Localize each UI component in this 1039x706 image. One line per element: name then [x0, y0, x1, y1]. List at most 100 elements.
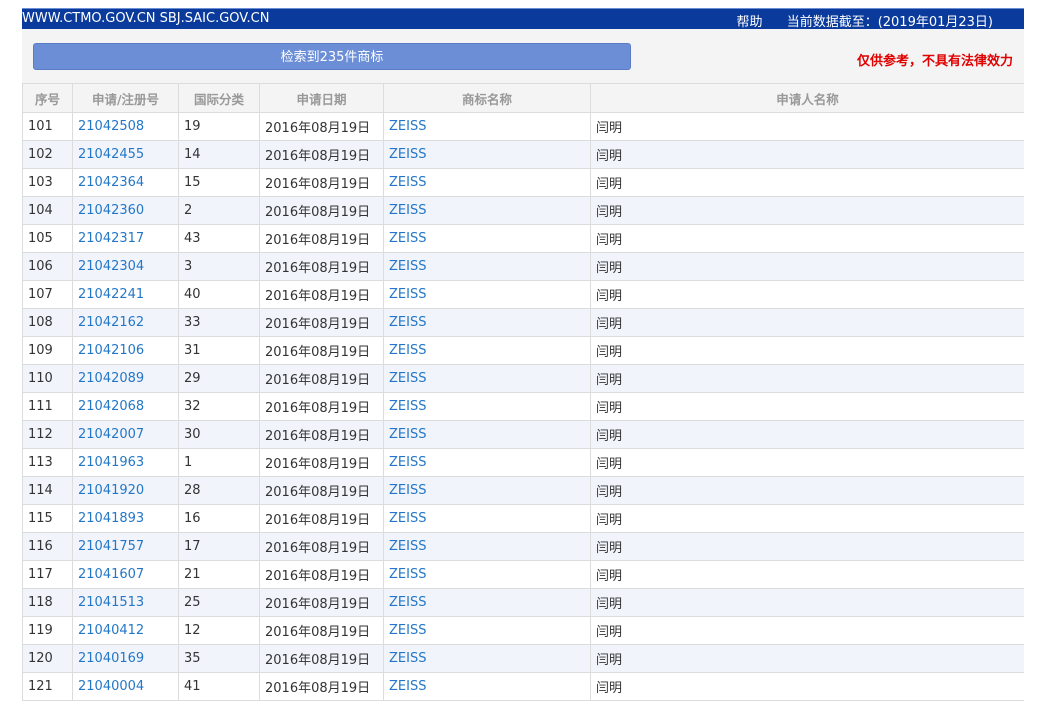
cell-date: 2016年08月19日	[259, 392, 384, 421]
cell-trademark-name[interactable]: ZEISS	[383, 364, 591, 393]
cell-date: 2016年08月19日	[259, 448, 384, 477]
cell-reg-number[interactable]: 21042007	[72, 420, 179, 449]
cell-date: 2016年08月19日	[259, 532, 384, 561]
cell-reg-number[interactable]: 21040412	[72, 616, 179, 645]
cell-class: 40	[178, 280, 260, 309]
cell-reg-number[interactable]: 21041920	[72, 476, 179, 505]
cell-reg-number[interactable]: 21042304	[72, 252, 179, 281]
cell-date: 2016年08月19日	[259, 364, 384, 393]
table-row: 110 21042089 29 2016年08月19日 ZEISS 闫明	[22, 364, 1025, 393]
cell-date: 2016年08月19日	[259, 308, 384, 337]
cell-index: 101	[22, 112, 73, 141]
cell-date: 2016年08月19日	[259, 112, 384, 141]
cell-reg-number[interactable]: 21042106	[72, 336, 179, 365]
cell-trademark-name[interactable]: ZEISS	[383, 308, 591, 337]
cell-trademark-name[interactable]: ZEISS	[383, 448, 591, 477]
cell-date: 2016年08月19日	[259, 168, 384, 197]
cell-class: 35	[178, 644, 260, 673]
table-row: 115 21041893 16 2016年08月19日 ZEISS 闫明	[22, 504, 1025, 533]
cell-applicant: 闫明	[590, 140, 1025, 169]
cell-index: 104	[22, 196, 73, 225]
page-frame: WWW.CTMO.GOV.CN SBJ.SAIC.GOV.CN 帮助 当前数据截…	[22, 0, 1025, 706]
cell-trademark-name[interactable]: ZEISS	[383, 196, 591, 225]
cell-trademark-name[interactable]: ZEISS	[383, 420, 591, 449]
data-date: 当前数据截至：(2019年01月23日)	[786, 15, 993, 30]
cell-class: 25	[178, 588, 260, 617]
cell-reg-number[interactable]: 21042317	[72, 224, 179, 253]
cell-reg-number[interactable]: 21041963	[72, 448, 179, 477]
scrollbar-track[interactable]	[1024, 0, 1039, 706]
cell-class: 28	[178, 476, 260, 505]
cell-index: 119	[22, 616, 73, 645]
cell-trademark-name[interactable]: ZEISS	[383, 616, 591, 645]
cell-trademark-name[interactable]: ZEISS	[383, 588, 591, 617]
cell-class: 32	[178, 392, 260, 421]
cell-reg-number[interactable]: 21042068	[72, 392, 179, 421]
cell-index: 114	[22, 476, 73, 505]
cell-reg-number[interactable]: 21042162	[72, 308, 179, 337]
table-header-row: 序号 申请/注册号 国际分类 申请日期 商标名称 申请人名称	[22, 83, 1025, 113]
col-header-trademark-name: 商标名称	[383, 83, 591, 113]
table-row: 121 21040004 41 2016年08月19日 ZEISS 闫明	[22, 672, 1025, 701]
cell-index: 113	[22, 448, 73, 477]
cell-class: 3	[178, 252, 260, 281]
help-link[interactable]: 帮助	[737, 15, 763, 30]
cell-class: 16	[178, 504, 260, 533]
cell-reg-number[interactable]: 21042455	[72, 140, 179, 169]
cell-index: 107	[22, 280, 73, 309]
cell-reg-number[interactable]: 21041607	[72, 560, 179, 589]
cell-trademark-name[interactable]: ZEISS	[383, 168, 591, 197]
cell-date: 2016年08月19日	[259, 420, 384, 449]
cell-reg-number[interactable]: 21040004	[72, 672, 179, 701]
cell-class: 2	[178, 196, 260, 225]
cell-index: 115	[22, 504, 73, 533]
table-row: 107 21042241 40 2016年08月19日 ZEISS 闫明	[22, 280, 1025, 309]
cell-reg-number[interactable]: 21041893	[72, 504, 179, 533]
cell-trademark-name[interactable]: ZEISS	[383, 560, 591, 589]
result-count-button[interactable]: 检索到235件商标	[33, 43, 631, 70]
table-row: 117 21041607 21 2016年08月19日 ZEISS 闫明	[22, 560, 1025, 589]
cell-date: 2016年08月19日	[259, 224, 384, 253]
cell-trademark-name[interactable]: ZEISS	[383, 644, 591, 673]
cell-reg-number[interactable]: 21041513	[72, 588, 179, 617]
cell-trademark-name[interactable]: ZEISS	[383, 280, 591, 309]
cell-date: 2016年08月19日	[259, 560, 384, 589]
cell-applicant: 闫明	[590, 560, 1025, 589]
cell-reg-number[interactable]: 21042241	[72, 280, 179, 309]
table-row: 114 21041920 28 2016年08月19日 ZEISS 闫明	[22, 476, 1025, 505]
cell-reg-number[interactable]: 21042360	[72, 196, 179, 225]
cell-trademark-name[interactable]: ZEISS	[383, 336, 591, 365]
top-bar-right: 帮助 当前数据截至：(2019年01月23日)	[737, 11, 993, 30]
cell-class: 19	[178, 112, 260, 141]
cell-reg-number[interactable]: 21041757	[72, 532, 179, 561]
cell-reg-number[interactable]: 21042089	[72, 364, 179, 393]
cell-trademark-name[interactable]: ZEISS	[383, 504, 591, 533]
cell-index: 112	[22, 420, 73, 449]
cell-date: 2016年08月19日	[259, 252, 384, 281]
table-row: 116 21041757 17 2016年08月19日 ZEISS 闫明	[22, 532, 1025, 561]
site-domains: WWW.CTMO.GOV.CN SBJ.SAIC.GOV.CN	[22, 11, 270, 26]
cell-reg-number[interactable]: 21042508	[72, 112, 179, 141]
cell-applicant: 闫明	[590, 532, 1025, 561]
cell-index: 103	[22, 168, 73, 197]
cell-trademark-name[interactable]: ZEISS	[383, 252, 591, 281]
cell-class: 14	[178, 140, 260, 169]
col-header-reg-number: 申请/注册号	[72, 83, 179, 113]
cell-trademark-name[interactable]: ZEISS	[383, 140, 591, 169]
cell-date: 2016年08月19日	[259, 476, 384, 505]
table-row: 113 21041963 1 2016年08月19日 ZEISS 闫明	[22, 448, 1025, 477]
cell-applicant: 闫明	[590, 616, 1025, 645]
cell-class: 15	[178, 168, 260, 197]
table-row: 109 21042106 31 2016年08月19日 ZEISS 闫明	[22, 336, 1025, 365]
cell-date: 2016年08月19日	[259, 504, 384, 533]
cell-trademark-name[interactable]: ZEISS	[383, 392, 591, 421]
cell-trademark-name[interactable]: ZEISS	[383, 476, 591, 505]
cell-class: 21	[178, 560, 260, 589]
cell-trademark-name[interactable]: ZEISS	[383, 224, 591, 253]
cell-reg-number[interactable]: 21042364	[72, 168, 179, 197]
cell-trademark-name[interactable]: ZEISS	[383, 112, 591, 141]
cell-reg-number[interactable]: 21040169	[72, 644, 179, 673]
cell-index: 121	[22, 672, 73, 701]
cell-trademark-name[interactable]: ZEISS	[383, 532, 591, 561]
cell-trademark-name[interactable]: ZEISS	[383, 672, 591, 701]
